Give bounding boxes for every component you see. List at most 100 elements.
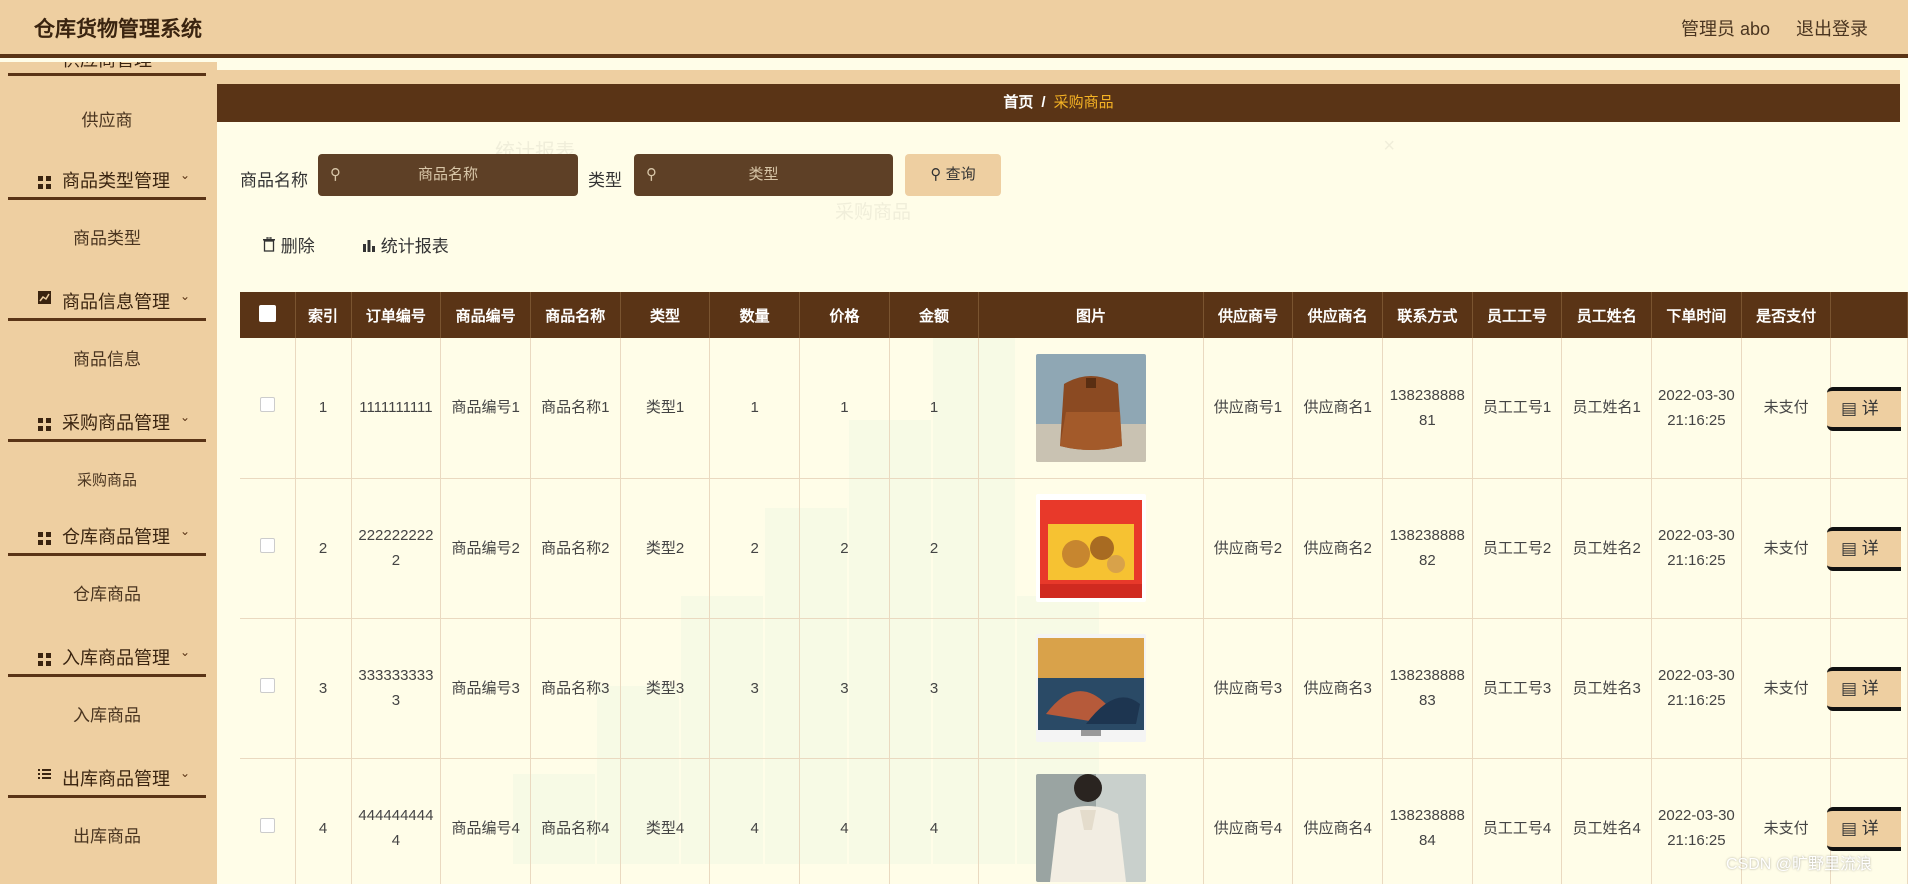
sidebar-group-label: 采购商品管理 [62, 413, 170, 433]
top-header: 仓库货物管理系统 管理员 abo 退出登录 [0, 0, 1908, 58]
row-select-cell [240, 618, 296, 759]
column-header: 供应商名 [1292, 292, 1383, 338]
cell-price: 3 [799, 618, 890, 759]
cell-order-no: 2222222222 [351, 478, 442, 619]
search-icon: ⚲ [646, 166, 657, 183]
sidebar-item-supplier[interactable]: 供应商 [8, 102, 206, 140]
cell-qty: 4 [709, 758, 801, 884]
column-header: 索引 [295, 292, 352, 338]
cell-emp-no: 员工工号1 [1472, 338, 1563, 479]
brown-bag-image [1036, 353, 1146, 462]
watermark: CSDN @旷野里流浪 [1725, 856, 1872, 873]
column-header: 下单时间 [1651, 292, 1742, 338]
cell-contact: 13823888881 [1382, 338, 1473, 479]
detail-button[interactable]: ▤ 详 [1827, 667, 1901, 711]
main-content: 首页 / 采购商品 统计报表 × 采购商品 商品名称 ⚲ 商品名称 类型 ⚲ 类型 … [217, 62, 1908, 884]
sidebar-group-warehouse[interactable]: 仓库商品管理 ⌄ [8, 512, 206, 556]
row-checkbox[interactable] [259, 677, 275, 693]
select-all-checkbox[interactable] [258, 304, 276, 322]
cell-goods-no: 商品编号1 [440, 338, 531, 479]
cell-emp-name: 员工姓名4 [1561, 758, 1653, 884]
select-all-header [240, 292, 296, 338]
delete-button[interactable]: 删除 [262, 232, 315, 257]
sidebar-group-purchase[interactable]: 采购商品管理 ⌄ [8, 398, 206, 442]
cell-qty: 1 [709, 338, 801, 479]
sidebar-item-outbound[interactable]: 出库商品 [8, 818, 206, 856]
detail-button[interactable]: ▤ 详 [1827, 387, 1901, 431]
detail-button[interactable]: ▤ 详 [1827, 807, 1901, 851]
cell-price: 1 [799, 338, 890, 479]
white-blouse-image [1036, 774, 1146, 882]
cell-contact: 13823888883 [1382, 618, 1473, 759]
cell-goods-no: 商品编号2 [440, 478, 531, 619]
row-checkbox[interactable] [259, 537, 275, 553]
cell-emp-no: 员工工号2 [1472, 478, 1563, 619]
row-select-cell [240, 338, 296, 479]
search-icon: ⚲ [930, 166, 942, 183]
sidebar-group-supplier[interactable]: 供应商管理 [8, 62, 206, 76]
search-type-placeholder: 类型 [748, 166, 779, 183]
sidebar-item-goods-info[interactable]: 商品信息 [8, 341, 206, 379]
column-header-actions [1830, 292, 1908, 338]
breadcrumb-home[interactable]: 首页 [1003, 94, 1033, 111]
document-icon: ▤ [1841, 819, 1858, 838]
search-name-input[interactable]: ⚲ 商品名称 [318, 154, 578, 196]
column-header: 图片 [978, 292, 1204, 338]
detail-button-label: 详 [1861, 679, 1879, 698]
cell-goods-name: 商品名称4 [530, 758, 621, 884]
cell-supplier-name: 供应商名3 [1292, 618, 1383, 759]
list-icon [38, 768, 52, 782]
purchase-table: 索引 订单编号 商品编号 商品名称 类型 数量 价格 金额 图片 供应商号 供应… [240, 292, 1908, 884]
app-title: 仓库货物管理系统 [34, 18, 202, 41]
cell-order-time: 2022-03-30 21:16:25 [1651, 618, 1742, 759]
chevron-down-icon: ⌄ [180, 524, 191, 538]
table-header-row: 索引 订单编号 商品编号 商品名称 类型 数量 价格 金额 图片 供应商号 供应… [240, 292, 1908, 338]
cell-supplier-name: 供应商名2 [1292, 478, 1383, 619]
logout-link[interactable]: 退出登录 [1796, 15, 1868, 41]
trash-icon [262, 236, 281, 256]
sidebar-group-goods-type[interactable]: 商品类型管理 ⌄ [8, 156, 206, 200]
column-header: 联系方式 [1382, 292, 1473, 338]
chevron-down-icon: ⌄ [180, 410, 191, 424]
cell-goods-name: 商品名称2 [530, 478, 621, 619]
sidebar-group-goods-info[interactable]: 商品信息管理 ⌄ [8, 277, 206, 321]
cell-index: 3 [295, 618, 352, 759]
cell-paid: 未支付 [1741, 338, 1832, 479]
close-icon: × [1383, 135, 1395, 157]
row-checkbox[interactable] [259, 817, 275, 833]
row-checkbox[interactable] [259, 397, 275, 413]
sidebar-item-goods-type[interactable]: 商品类型 [8, 220, 206, 258]
column-header: 是否支付 [1741, 292, 1832, 338]
report-button[interactable]: 统计报表 [362, 232, 449, 257]
cell-goods-name: 商品名称3 [530, 618, 621, 759]
sidebar-group-inbound[interactable]: 入库商品管理 ⌄ [8, 633, 206, 677]
table-row: 2 2222222222 商品编号2 商品名称2 类型2 2 2 2 供应商号2… [240, 478, 1908, 619]
cell-goods-name: 商品名称1 [530, 338, 621, 479]
cell-amount: 2 [889, 478, 980, 619]
cell-order-no: 4444444444 [351, 758, 442, 884]
cell-index: 2 [295, 478, 352, 619]
search-type-input[interactable]: ⚲ 类型 [634, 154, 893, 196]
column-header: 供应商号 [1203, 292, 1294, 338]
snack-box-image [1036, 494, 1146, 602]
sidebar-group-outbound[interactable]: 出库商品管理 ⌄ [8, 754, 206, 798]
delete-label: 删除 [280, 237, 315, 256]
sidebar-item-warehouse[interactable]: 仓库商品 [8, 576, 206, 614]
report-label: 统计报表 [380, 237, 449, 256]
cell-contact: 13823888882 [1382, 478, 1473, 619]
grid-icon [38, 526, 52, 545]
cell-image [978, 758, 1204, 884]
table-row: 4 4444444444 商品编号4 商品名称4 类型4 4 4 4 供应商号4… [240, 758, 1908, 884]
cell-image [978, 338, 1204, 479]
sidebar-item-inbound[interactable]: 入库商品 [8, 697, 206, 735]
breadcrumb-separator: / [1041, 94, 1046, 111]
cell-order-no: 3333333333 [351, 618, 442, 759]
column-header: 价格 [799, 292, 890, 338]
detail-button[interactable]: ▤ 详 [1827, 527, 1901, 571]
cell-paid: 未支付 [1741, 478, 1832, 619]
cell-supplier-no: 供应商号1 [1203, 338, 1294, 479]
sidebar-item-purchase[interactable]: 采购商品 [8, 462, 206, 500]
cell-supplier-name: 供应商名1 [1292, 338, 1383, 479]
cell-emp-name: 员工姓名1 [1561, 338, 1653, 479]
query-button[interactable]: ⚲ 查询 [905, 154, 1001, 196]
